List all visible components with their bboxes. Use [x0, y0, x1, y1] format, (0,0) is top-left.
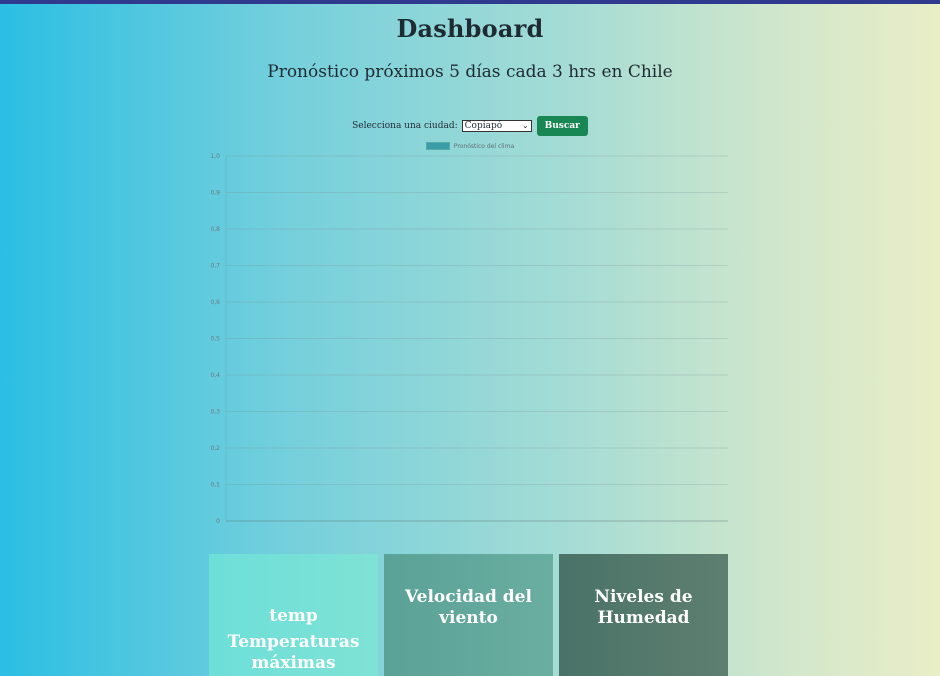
y-tick-label: 0,2	[210, 445, 220, 452]
y-tick-label: 1,0	[210, 153, 220, 160]
chevron-down-icon: ⌄	[521, 121, 529, 130]
search-button[interactable]: Buscar	[536, 116, 588, 136]
card-humidity[interactable]: Niveles de Humedad	[559, 554, 728, 676]
y-tick-label: 0,4	[210, 372, 220, 379]
forecast-chart: 1,0 0,9 0,8 0,7 0,6 0,5 0,4 0,3 0,2 0,1 0	[210, 153, 728, 525]
city-select-value: Copiapó	[464, 121, 503, 131]
y-tick-label: 0,3	[210, 409, 220, 416]
card-humidity-title: Niveles de Humedad	[594, 587, 693, 628]
card-temp-label: temp	[269, 606, 318, 626]
y-tick-label: 0,6	[210, 299, 220, 306]
city-select[interactable]: Copiapó ⌄	[461, 120, 532, 132]
card-temperatures[interactable]: temp Temperaturas máximas	[209, 554, 378, 676]
y-tick-label: 0,9	[210, 190, 220, 197]
city-search-form: Selecciona una ciudad: Copiapó ⌄ Buscar	[0, 116, 940, 136]
card-wind-title: Velocidad del viento	[405, 587, 532, 628]
y-tick-label: 0	[216, 518, 220, 525]
y-tick-label: 0,7	[210, 263, 220, 270]
y-tick-label: 0,5	[210, 336, 220, 343]
card-temp-title: Temperaturas máximas	[227, 632, 360, 673]
summary-cards: temp Temperaturas máximas Velocidad del …	[209, 554, 728, 676]
city-select-label: Selecciona una ciudad:	[352, 121, 458, 131]
page-title: Dashboard	[396, 14, 544, 43]
page-subtitle: Pronóstico próximos 5 días cada 3 hrs en…	[267, 62, 673, 82]
y-tick-label: 0,1	[210, 482, 220, 489]
top-accent-bar	[0, 0, 940, 4]
card-wind-speed[interactable]: Velocidad del viento	[384, 554, 553, 676]
y-tick-label: 0,8	[210, 226, 220, 233]
